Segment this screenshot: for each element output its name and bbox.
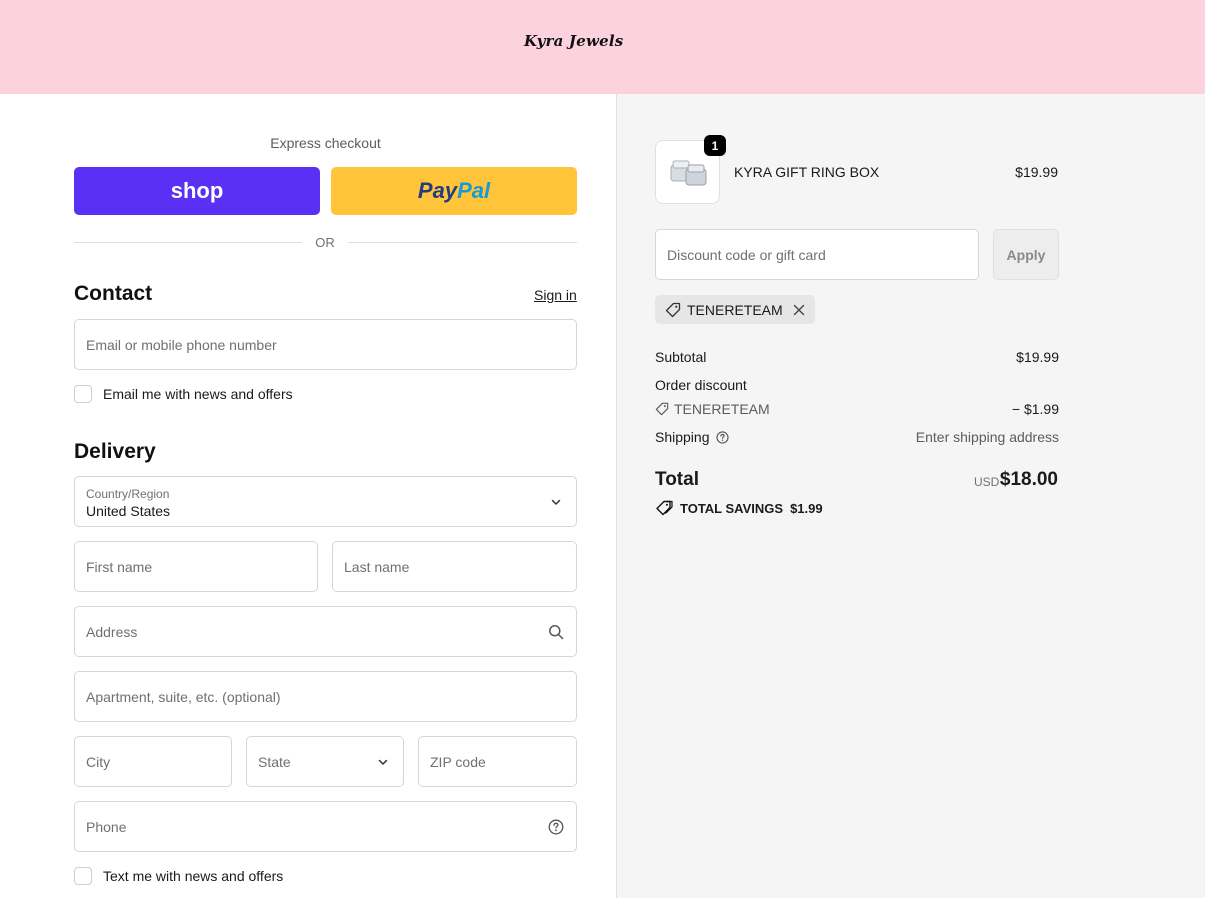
sign-in-link[interactable]: Sign in (534, 287, 577, 303)
email-news-checkbox[interactable] (74, 385, 92, 403)
discount-code-row: TENERETEAM − $1.99 (655, 401, 1059, 419)
total-label: Total (655, 469, 699, 490)
total-value: $18.00 (999, 469, 1058, 490)
checkout-form-panel: Express checkout shop Pay Pal OR Contact … (0, 94, 616, 898)
email-news-option[interactable]: Email me with news and offers (74, 385, 293, 403)
first-name-field[interactable]: First name (74, 541, 318, 592)
close-icon[interactable] (793, 304, 805, 316)
sms-news-option[interactable]: Text me with news and offers (74, 867, 283, 885)
order-discount-label: Order discount (655, 377, 747, 393)
last-name-field[interactable]: Last name (332, 541, 577, 592)
discount-code-label: TENERETEAM (674, 401, 770, 417)
store-header: Kyra Jewels (0, 0, 1205, 94)
paypal-label-pal: Pal (457, 178, 491, 203)
country-value: United States (86, 503, 171, 519)
subtotal-label: Subtotal (655, 349, 707, 365)
apartment-field[interactable]: Apartment, suite, etc. (optional) (74, 671, 577, 722)
discount-code-input[interactable]: Discount code or gift card (655, 229, 979, 280)
email-field[interactable]: Email or mobile phone number (74, 319, 577, 370)
phone-placeholder: Phone (86, 818, 127, 835)
express-checkout-label: Express checkout (270, 135, 381, 151)
last-name-placeholder: Last name (344, 558, 410, 575)
phone-field[interactable]: Phone (74, 801, 577, 852)
shop-pay-button[interactable]: shop (74, 167, 320, 215)
shipping-value: Enter shipping address (915, 429, 1059, 445)
total-currency: USD (974, 475, 1000, 489)
zip-code-field[interactable]: ZIP code (418, 736, 577, 787)
subtotal-value: $19.99 (1016, 349, 1059, 365)
savings-tag-icon (655, 500, 673, 516)
shipping-label: Shipping (655, 429, 710, 445)
applied-code-label: TENERETEAM (687, 301, 783, 318)
quantity-badge: 1 (704, 135, 726, 156)
product-price: $19.99 (1015, 164, 1058, 180)
order-discount-row: Order discount (655, 377, 1059, 393)
subtotal-row: Subtotal $19.99 (655, 349, 1059, 365)
first-name-placeholder: First name (86, 558, 153, 575)
order-summary-panel: 1 KYRA GIFT RING BOX $19.99 Discount cod… (616, 94, 1205, 898)
city-field[interactable]: City (74, 736, 232, 787)
or-label: OR (302, 235, 348, 250)
applied-discount-tag: TENERETEAM (655, 295, 815, 324)
chevron-down-icon (375, 754, 391, 770)
state-select[interactable]: State (246, 736, 404, 787)
email-placeholder: Email or mobile phone number (86, 336, 277, 353)
country-label: Country/Region (86, 487, 170, 501)
help-circle-icon[interactable] (715, 430, 729, 444)
sms-news-label: Text me with news and offers (103, 868, 284, 884)
delivery-heading: Delivery (74, 440, 156, 463)
discount-placeholder: Discount code or gift card (667, 247, 826, 263)
tag-icon (665, 302, 681, 318)
contact-heading: Contact (74, 282, 153, 305)
ring-box-image (670, 160, 707, 186)
city-placeholder: City (86, 753, 111, 770)
product-name: KYRA GIFT RING BOX (734, 164, 880, 180)
search-icon (548, 624, 564, 640)
shipping-row: Shipping Enter shipping address (655, 429, 1059, 445)
apply-button[interactable]: Apply (993, 229, 1059, 280)
paypal-label-pay: Pay (417, 178, 458, 203)
country-select[interactable]: Country/Region United States (74, 476, 577, 527)
email-news-label: Email me with news and offers (103, 386, 293, 402)
tag-icon (655, 402, 669, 416)
address-placeholder: Address (86, 623, 138, 640)
savings-label: TOTAL SAVINGS (680, 500, 784, 516)
savings-value: $1.99 (790, 500, 823, 516)
zip-code-placeholder: ZIP code (430, 753, 486, 770)
store-logo[interactable]: Kyra Jewels (524, 32, 623, 50)
address-field[interactable]: Address (74, 606, 577, 657)
state-placeholder: State (258, 753, 291, 770)
sms-news-checkbox[interactable] (74, 867, 92, 885)
discount-value: − $1.99 (1011, 401, 1059, 417)
chevron-down-icon (548, 494, 564, 510)
paypal-button[interactable]: Pay Pal (331, 167, 577, 215)
apartment-placeholder: Apartment, suite, etc. (optional) (86, 688, 281, 705)
help-circle-icon[interactable] (548, 819, 564, 835)
total-savings-row: TOTAL SAVINGS $1.99 (655, 500, 823, 516)
